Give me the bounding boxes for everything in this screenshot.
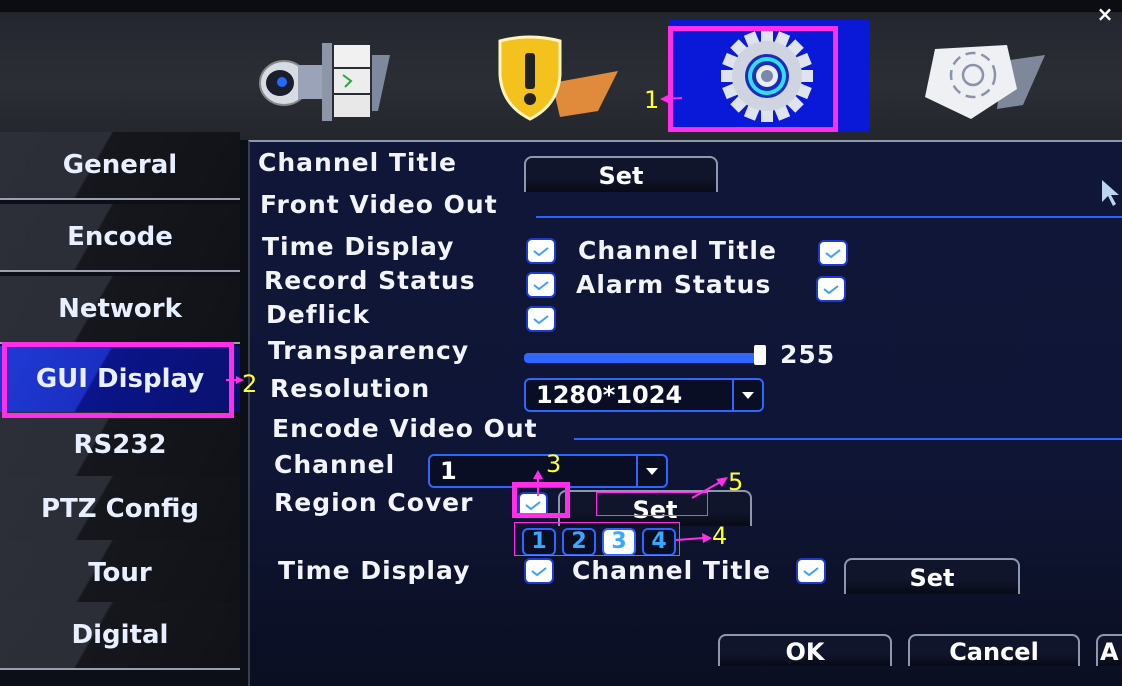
time-display-label: Time Display [262, 232, 455, 261]
annotation-number-2: 2 [242, 370, 258, 398]
transparency-slider-fill [526, 355, 762, 361]
alarm-status-label: Alarm Status [576, 270, 772, 299]
sidebar-item-rs232[interactable]: RS232 [0, 412, 240, 480]
transparency-label: Transparency [268, 336, 470, 365]
warning-shield-icon [498, 35, 618, 121]
check-icon [533, 315, 549, 324]
annotation-arrow-5 [691, 477, 728, 499]
sidebar-item-encode[interactable]: Encode [0, 204, 240, 272]
annotation-arrow-2 [226, 376, 244, 384]
encode-channel-title-set-button[interactable]: Set [844, 558, 1020, 594]
channel-value: 1 [440, 457, 457, 485]
sidebar-item-general[interactable]: General [0, 132, 240, 200]
sidebar-item-network[interactable]: Network [0, 276, 240, 344]
channel-label: Channel [274, 450, 396, 479]
encode-video-out-heading: Encode Video Out [272, 414, 538, 443]
camera-film-icon [259, 43, 390, 121]
ok-button[interactable]: OK [718, 634, 892, 666]
check-icon [531, 567, 547, 576]
encode-time-display-checkbox[interactable] [526, 560, 552, 582]
record-status-label: Record Status [264, 266, 476, 295]
resolution-select[interactable]: 1280*1024 [524, 378, 764, 412]
channel-title-label: Channel Title [258, 148, 457, 177]
check-icon [533, 247, 549, 256]
annotation-box-1 [668, 26, 838, 132]
check-icon [533, 281, 549, 290]
transparency-value: 255 [780, 340, 836, 369]
transparency-slider[interactable] [524, 353, 764, 363]
record-tab[interactable] [240, 20, 400, 132]
sidebar-item-ptz-config[interactable]: PTZ Config [0, 476, 240, 544]
encode-channel-title-checkbox[interactable] [798, 560, 824, 582]
annotation-number-3: 3 [546, 450, 562, 478]
check-icon [825, 249, 841, 258]
sidebar-item-digital[interactable]: Digital [0, 602, 240, 670]
front-video-out-heading: Front Video Out [260, 190, 498, 219]
annotation-box-4 [514, 522, 680, 556]
check-icon [823, 285, 839, 294]
cancel-button[interactable]: Cancel [908, 634, 1080, 666]
channel-title-front-checkbox[interactable] [820, 242, 846, 264]
window-edge [0, 0, 1122, 12]
annotation-arrow-1 [660, 95, 682, 103]
channel-title-set-button[interactable]: Set [524, 156, 718, 192]
alarm-tab[interactable] [470, 20, 630, 132]
chevron-down-icon[interactable] [732, 380, 762, 410]
transparency-slider-thumb[interactable] [754, 345, 766, 365]
annotation-number-5: 5 [728, 468, 744, 496]
close-button[interactable]: × [1093, 2, 1117, 26]
encode-channel-title-label: Channel Title [572, 556, 771, 585]
alarm-status-checkbox[interactable] [818, 278, 844, 300]
annotation-box-2 [2, 342, 234, 418]
resolution-value: 1280*1024 [536, 381, 683, 409]
annotation-number-4: 4 [712, 522, 728, 550]
annotation-number-1: 1 [644, 86, 660, 114]
gear-document-icon [925, 45, 1045, 119]
sidebar-item-tour[interactable]: Tour [0, 540, 240, 608]
channel-title-front-label: Channel Title [578, 236, 777, 265]
section-divider [574, 438, 1122, 440]
advanced-tab[interactable] [890, 20, 1070, 132]
settings-panel [248, 140, 1122, 686]
encode-time-display-label: Time Display [278, 556, 471, 585]
time-display-checkbox[interactable] [528, 240, 554, 262]
deflick-checkbox[interactable] [528, 308, 554, 330]
check-icon [803, 567, 819, 576]
record-status-checkbox[interactable] [528, 274, 554, 296]
region-cover-label: Region Cover [274, 488, 474, 517]
chevron-down-icon[interactable] [636, 456, 666, 486]
annotation-arrow-3 [533, 470, 543, 496]
deflick-label: Deflick [266, 300, 371, 329]
apply-button[interactable]: A [1096, 634, 1122, 666]
resolution-label: Resolution [270, 374, 431, 403]
section-divider [536, 216, 1122, 218]
annotation-arrow-4 [676, 533, 712, 543]
mouse-cursor-icon [1102, 180, 1119, 206]
